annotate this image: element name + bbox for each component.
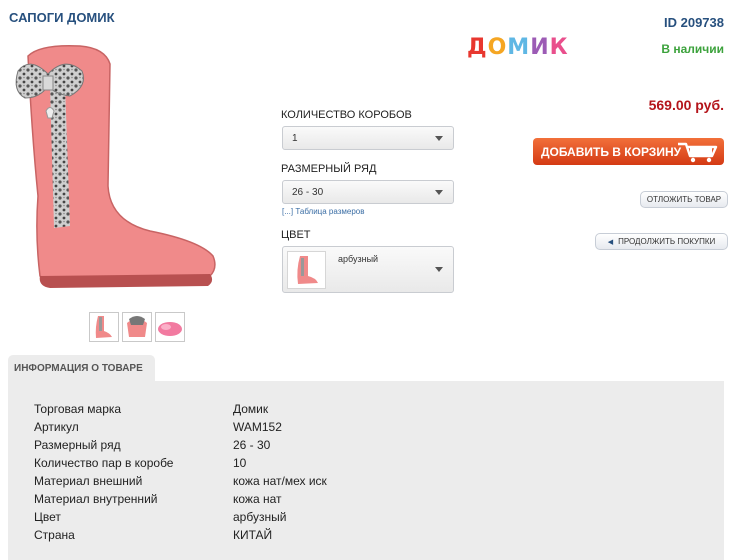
size-select[interactable]: 26 - 30 (282, 180, 454, 204)
size-table-link[interactable]: [...] Таблица размеров (282, 207, 365, 216)
color-label: ЦВЕТ (281, 229, 311, 241)
thumbnail-sole[interactable] (155, 312, 185, 342)
continue-label: ПРОДОЛЖИТЬ ПОКУПКИ (618, 237, 716, 246)
color-value: арбузный (338, 254, 379, 264)
thumbnail-back[interactable] (122, 312, 152, 342)
product-id: ID 209738 (664, 15, 724, 30)
thumbnail-side[interactable] (89, 312, 119, 342)
chevron-down-icon (435, 267, 443, 272)
arrow-left-icon: ◀ (607, 238, 614, 246)
tab-product-info[interactable]: ИНФОРМАЦИЯ О ТОВАРЕ (8, 355, 155, 382)
info-value: арбузный (233, 510, 287, 524)
continue-shopping-button[interactable]: ◀ ПРОДОЛЖИТЬ ПОКУПКИ (595, 233, 728, 250)
size-label: РАЗМЕРНЫЙ РЯД (281, 163, 377, 175)
info-value: WAM152 (233, 420, 282, 434)
color-swatch-image (287, 251, 326, 289)
cart-icon (678, 142, 718, 163)
stock-status: В наличии (661, 42, 724, 56)
info-value: 26 - 30 (233, 438, 271, 452)
tab-product-info-label: ИНФОРМАЦИЯ О ТОВАРЕ (14, 363, 143, 374)
info-label: Страна (34, 528, 75, 542)
chevron-down-icon (435, 190, 443, 195)
product-price: 569.00 руб. (648, 97, 724, 113)
info-label: Материал внутренний (34, 492, 158, 506)
size-value: 26 - 30 (292, 186, 324, 198)
defer-button[interactable]: ОТЛОЖИТЬ ТОВАР (640, 191, 728, 208)
product-title: САПОГИ ДОМИК (9, 10, 115, 25)
add-to-cart-button[interactable]: ДОБАВИТЬ В КОРЗИНУ (533, 138, 724, 165)
info-value: КИТАЙ (233, 528, 273, 542)
brand-logo: ДОМИК (467, 35, 569, 60)
boxes-label: КОЛИЧЕСТВО КОРОБОВ (281, 109, 412, 121)
info-label: Артикул (34, 420, 79, 434)
info-label: Размерный ряд (34, 438, 121, 452)
info-value: кожа нат (233, 492, 282, 506)
boxes-value: 1 (292, 132, 298, 144)
info-value: 10 (233, 456, 247, 470)
info-label: Цвет (34, 510, 61, 524)
info-value: кожа нат/мех иск (233, 474, 327, 488)
product-main-image[interactable] (10, 36, 225, 298)
defer-label: ОТЛОЖИТЬ ТОВАР (646, 195, 722, 204)
thumbnail-strip (89, 312, 185, 342)
info-value: Домик (233, 402, 269, 416)
boxes-select[interactable]: 1 (282, 126, 454, 150)
color-select[interactable]: арбузный (282, 246, 454, 293)
info-label: Количество пар в коробе (34, 456, 174, 470)
info-label: Торговая марка (34, 402, 122, 416)
add-to-cart-label: ДОБАВИТЬ В КОРЗИНУ (541, 144, 682, 159)
chevron-down-icon (435, 136, 443, 141)
info-label: Материал внешний (34, 474, 143, 488)
